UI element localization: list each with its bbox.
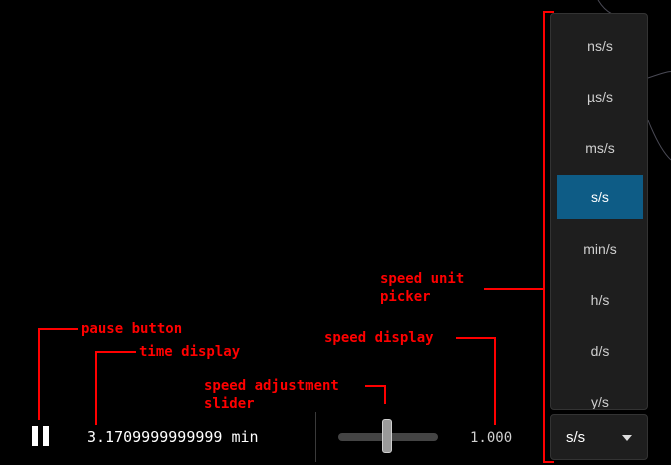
speed-unit-value: s/s [566, 429, 586, 446]
pause-icon-right-bar [43, 426, 49, 446]
unit-option[interactable]: h/s [557, 278, 643, 322]
unit-option[interactable]: y/s [557, 380, 643, 409]
toolbar-divider [315, 412, 316, 462]
time-display: 3.1709999999999 min [87, 428, 259, 446]
unit-option[interactable]: ns/s [557, 24, 643, 68]
pause-icon-left-bar [32, 426, 38, 446]
speed-unit-menu: ns/s µs/s ms/s s/s min/s h/s d/s y/s [550, 13, 648, 410]
annotation-time-display: time display [139, 344, 241, 360]
annotation-unit-picker: speed unit picker [380, 271, 465, 305]
unit-option[interactable]: min/s [557, 227, 643, 271]
unit-option[interactable]: d/s [557, 329, 643, 373]
unit-option[interactable]: s/s [557, 175, 643, 219]
unit-option[interactable]: ms/s [557, 126, 643, 170]
annotation-speed-slider: speed adjustment slider [204, 378, 339, 412]
pause-button[interactable] [30, 424, 52, 450]
speed-unit-select[interactable]: s/s [550, 414, 648, 460]
unit-option[interactable]: µs/s [557, 75, 643, 119]
speed-display: 1.000 [470, 430, 513, 446]
annotation-speed-display: speed display [324, 330, 434, 346]
speed-slider-thumb[interactable] [382, 419, 392, 453]
caret-down-icon [622, 435, 632, 441]
annotation-pause-button: pause button [81, 321, 183, 337]
simulation-view: 3.1709999999999 min 1.000 ns/s µs/s ms/s… [0, 0, 671, 465]
